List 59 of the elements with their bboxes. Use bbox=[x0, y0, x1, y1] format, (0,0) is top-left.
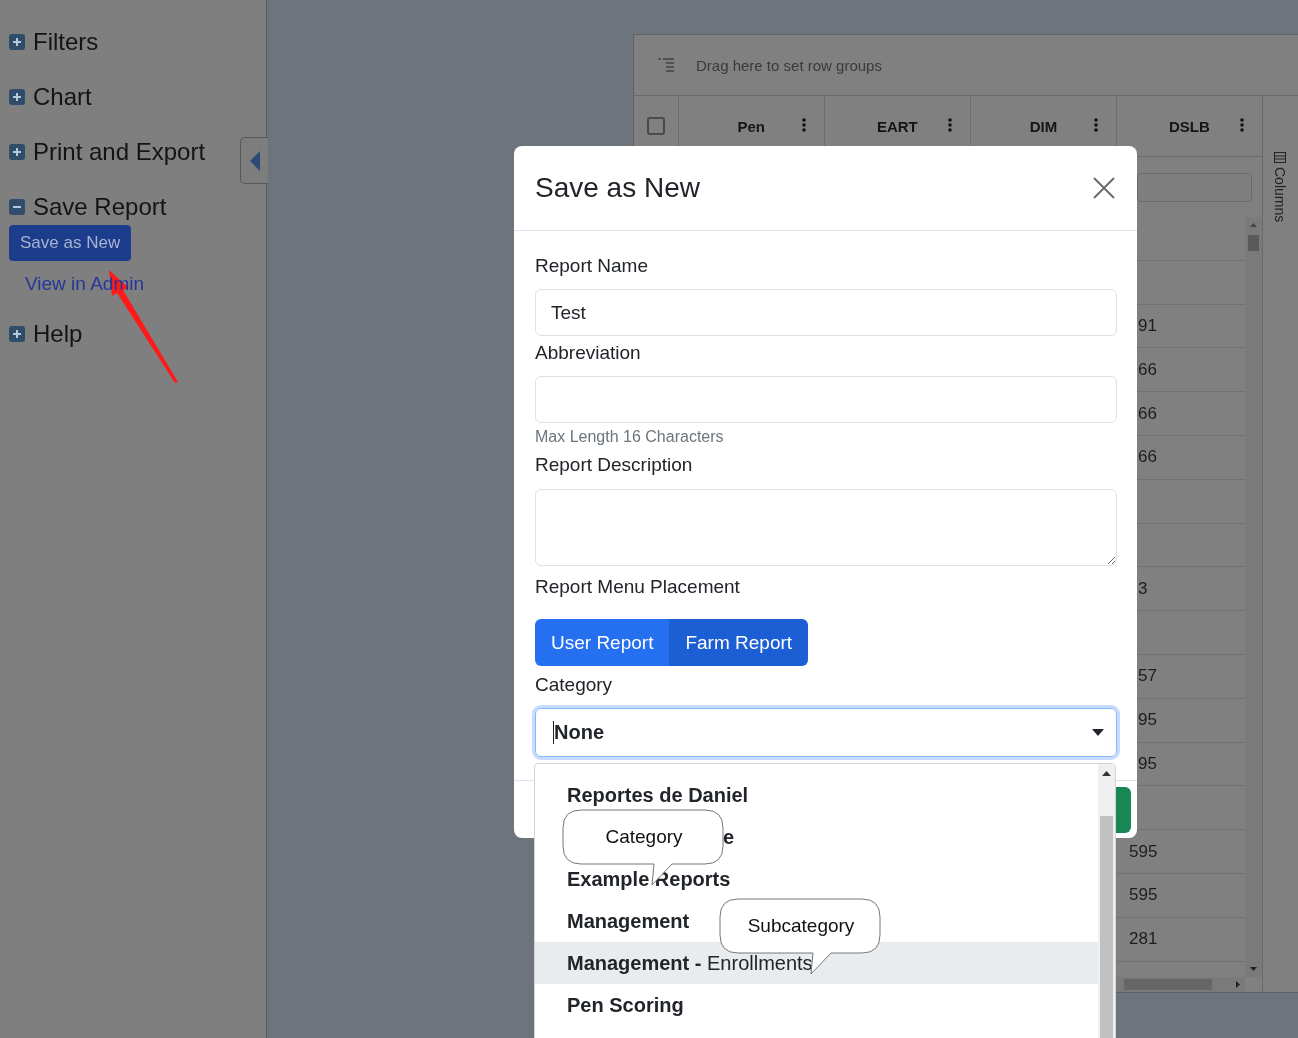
dropdown-option[interactable]: e bbox=[723, 825, 735, 849]
plus-icon[interactable] bbox=[9, 34, 25, 50]
input-field[interactable] bbox=[535, 376, 1117, 423]
row-group-hint: Drag here to set row groups bbox=[696, 56, 882, 74]
column-menu-icon[interactable] bbox=[1239, 118, 1244, 132]
dropdown-option[interactable]: Pen Scoring bbox=[567, 993, 684, 1017]
column-header[interactable]: DSLB bbox=[1169, 117, 1210, 135]
table-cell: 91 bbox=[1138, 316, 1157, 336]
dropdown-option[interactable]: Management bbox=[567, 909, 690, 933]
sidebar-section-title[interactable]: Chart bbox=[33, 83, 92, 111]
field-label: Category bbox=[535, 674, 613, 696]
field-label: Report Menu Placement bbox=[535, 576, 740, 598]
table-cell: 95 bbox=[1138, 710, 1157, 731]
dialog-title: Save as New bbox=[535, 172, 700, 204]
table-cell: 66 bbox=[1138, 403, 1157, 424]
column-menu-icon[interactable] bbox=[801, 118, 806, 132]
table-cell: 57 bbox=[1138, 666, 1157, 687]
column-menu-icon[interactable] bbox=[1093, 118, 1098, 132]
table-cell: 595 bbox=[1129, 885, 1158, 906]
columns-icon bbox=[1274, 152, 1286, 163]
column-header[interactable]: EART bbox=[876, 117, 918, 135]
plus-icon[interactable] bbox=[9, 326, 25, 342]
field-hint: Max Length 16 Characters bbox=[535, 428, 724, 446]
column-header[interactable]: DIM bbox=[1029, 117, 1058, 135]
column-header[interactable]: Pen bbox=[737, 117, 765, 135]
sidebar-section-title[interactable]: Save Report bbox=[33, 193, 167, 221]
dropdown-option[interactable]: Reportes de Daniel bbox=[567, 783, 749, 807]
caret-down-icon bbox=[1092, 729, 1104, 736]
sidebar-section-title[interactable]: Print and Export bbox=[33, 138, 206, 166]
field-label: Report Name bbox=[535, 255, 648, 277]
row-group-icon bbox=[658, 58, 674, 72]
input-field[interactable]: Test bbox=[535, 289, 1117, 336]
category-select[interactable]: None bbox=[535, 708, 1117, 757]
dropdown-scrollbar[interactable] bbox=[1098, 764, 1115, 1038]
select-all-checkbox[interactable] bbox=[646, 117, 665, 135]
description-field[interactable] bbox=[535, 489, 1117, 566]
column-filter-field[interactable] bbox=[1137, 172, 1252, 202]
caret-left-icon bbox=[249, 150, 260, 171]
minus-icon[interactable] bbox=[9, 199, 25, 215]
dropdown-option[interactable]: Management - Enrollments bbox=[567, 951, 813, 975]
field-label: Abbreviation bbox=[535, 342, 641, 364]
plus-icon[interactable] bbox=[9, 144, 25, 160]
table-cell: 66 bbox=[1138, 359, 1157, 380]
table-cell: 281 bbox=[1129, 929, 1158, 950]
field-label: Report Description bbox=[535, 454, 693, 476]
columns-side-tab[interactable]: Columns bbox=[1262, 96, 1297, 992]
table-cell: 595 bbox=[1129, 841, 1158, 862]
columns-label: Columns bbox=[1272, 167, 1288, 223]
table-cell: 66 bbox=[1138, 447, 1157, 468]
sidebar-section-title[interactable]: Filters bbox=[33, 28, 99, 56]
vertical-scrollbar[interactable] bbox=[1245, 217, 1262, 977]
sidebar-section-title[interactable]: Help bbox=[33, 320, 83, 348]
table-cell: 3 bbox=[1138, 578, 1148, 599]
column-menu-icon[interactable] bbox=[947, 118, 952, 132]
placement-toggle[interactable]: Farm Report bbox=[669, 619, 809, 666]
plus-icon[interactable] bbox=[9, 89, 25, 105]
placement-toggle[interactable]: User Report bbox=[535, 619, 670, 666]
save-as-new-button[interactable]: Save as New bbox=[9, 225, 132, 261]
table-cell: 95 bbox=[1138, 753, 1157, 774]
